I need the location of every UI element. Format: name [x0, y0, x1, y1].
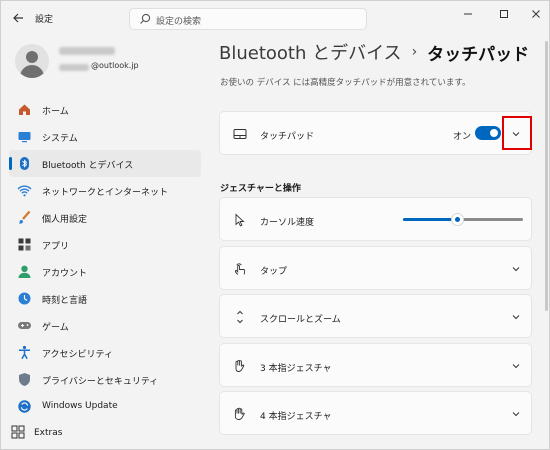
sidebar-item-label: Bluetooth とデバイス	[42, 161, 134, 171]
sidebar-item-windows-update[interactable]: Windows Update	[9, 393, 201, 420]
tap-card[interactable]: タップ	[219, 246, 532, 290]
slider-thumb[interactable]	[450, 213, 464, 226]
sidebar-item-label: アクセシビリティ	[42, 350, 114, 360]
expand-four-finger-button[interactable]	[509, 407, 523, 421]
cursor-speed-card: カーソル速度	[219, 197, 532, 241]
toggle-state-label: オン	[452, 132, 471, 142]
touchpad-toggle[interactable]	[475, 126, 501, 140]
chevron-down-icon	[512, 364, 520, 369]
sidebar-item-label: ネットワークとインターネット	[42, 188, 169, 198]
scroll-zoom-card[interactable]: スクロールとズーム	[219, 294, 532, 338]
sidebar-item-label: アプリ	[42, 242, 70, 252]
cursor-speed-label: カーソル速度	[260, 218, 315, 228]
four-finger-label: 4 本指ジェスチャ	[260, 412, 332, 422]
touchpad-card[interactable]: タッチパッド オン	[219, 111, 532, 155]
breadcrumb: Bluetooth とデバイス › タッチパッド	[219, 39, 529, 65]
four-finger-icon	[233, 407, 247, 421]
sidebar-nav: ホーム システム Bluetooth とデバイス ネットワークとインターネット …	[9, 96, 201, 420]
chevron-down-icon	[512, 315, 520, 320]
avatar[interactable]	[15, 44, 49, 78]
sidebar-item-bluetooth[interactable]: Bluetooth とデバイス	[9, 150, 201, 177]
sidebar-item-label: システム	[42, 134, 78, 144]
maximize-icon	[500, 10, 508, 18]
expand-three-finger-button[interactable]	[509, 359, 523, 373]
windows-update-icon	[17, 399, 32, 414]
sidebar-item-accounts[interactable]: アカウント	[9, 258, 201, 285]
search-icon	[140, 13, 151, 24]
sidebar-item-label: プライバシーとセキュリティ	[42, 377, 159, 387]
maximize-button[interactable]	[488, 1, 520, 27]
minimize-icon	[464, 13, 472, 15]
page-title: タッチパッド	[427, 44, 530, 65]
sidebar-item-label: ホーム	[42, 107, 69, 117]
sidebar-item-label: Windows Update	[42, 401, 118, 411]
tap-icon	[233, 262, 247, 276]
settings-window: 設定 設定の検索 @outlook.jp ホーム システム Bluetooth …	[0, 0, 550, 450]
time-language-icon	[17, 291, 32, 306]
apps-icon	[17, 237, 32, 252]
toggle-knob	[490, 129, 498, 137]
bluetooth-icon	[17, 156, 32, 171]
chevron-down-icon	[512, 412, 520, 417]
sidebar-item-apps[interactable]: アプリ	[9, 231, 201, 258]
breadcrumb-separator: ›	[411, 44, 418, 60]
sidebar-item-label: 個人用設定	[42, 215, 88, 225]
sidebar-item-label: アカウント	[42, 269, 88, 279]
extras-icon	[11, 425, 25, 439]
cursor-icon	[233, 213, 247, 227]
avatar-head-shape	[26, 51, 38, 63]
scroll-zoom-label: スクロールとズーム	[260, 315, 341, 325]
touchpad-label: タッチパッド	[260, 132, 315, 142]
page-description: お使いの デバイス には高精度タッチパッドが用意されています。	[220, 78, 471, 88]
gaming-icon	[17, 318, 32, 333]
tap-label: タップ	[260, 267, 288, 277]
sidebar-item-time-language[interactable]: 時刻と言語	[9, 285, 201, 312]
slider-fill	[403, 218, 457, 221]
sidebar-item-label: ゲーム	[42, 323, 69, 333]
sidebar-item-privacy[interactable]: プライバシーとセキュリティ	[9, 366, 201, 393]
three-finger-icon	[233, 359, 247, 373]
sidebar-item-home[interactable]: ホーム	[9, 96, 201, 123]
sidebar-item-gaming[interactable]: ゲーム	[9, 312, 201, 339]
three-finger-label: 3 本指ジェスチャ	[260, 364, 332, 374]
profile-email-redacted	[59, 64, 89, 71]
sidebar-item-system[interactable]: システム	[9, 123, 201, 150]
shield-icon	[17, 372, 32, 387]
title-bar: 設定 設定の検索	[1, 1, 549, 35]
four-finger-card[interactable]: 4 本指ジェスチャ	[219, 391, 532, 435]
close-button[interactable]	[520, 1, 550, 27]
accessibility-icon	[17, 345, 32, 360]
scrollbar[interactable]	[545, 41, 548, 311]
back-arrow-icon	[13, 13, 23, 23]
close-icon	[532, 10, 540, 18]
account-icon	[17, 264, 32, 279]
home-icon	[17, 102, 32, 117]
app-title: 設定	[35, 15, 54, 25]
chevron-down-icon	[512, 267, 520, 272]
sidebar-item-network[interactable]: ネットワークとインターネット	[9, 177, 201, 204]
touchpad-icon	[233, 127, 247, 141]
three-finger-card[interactable]: 3 本指ジェスチャ	[219, 343, 532, 387]
minimize-button[interactable]	[452, 1, 484, 27]
sidebar-item-label: 時刻と言語	[42, 296, 88, 306]
wifi-icon	[17, 183, 32, 198]
expand-tap-button[interactable]	[509, 262, 523, 276]
sidebar-item-personalization[interactable]: 個人用設定	[9, 204, 201, 231]
avatar-body-shape	[20, 65, 44, 78]
brush-icon	[17, 210, 32, 225]
section-title: ジェスチャーと操作	[220, 184, 301, 194]
expand-scroll-zoom-button[interactable]	[509, 310, 523, 324]
scroll-icon	[233, 310, 247, 324]
back-button[interactable]	[9, 9, 27, 27]
breadcrumb-parent[interactable]: Bluetooth とデバイス	[219, 39, 402, 65]
red-highlight-box	[502, 116, 532, 150]
system-icon	[17, 129, 32, 144]
search-box[interactable]: 設定の検索	[129, 8, 367, 30]
sidebar-item-accessibility[interactable]: アクセシビリティ	[9, 339, 201, 366]
profile-name-redacted	[59, 47, 115, 55]
profile-email: @outlook.jp	[91, 61, 139, 70]
sidebar-item-extras[interactable]: Extras	[34, 428, 62, 438]
search-placeholder: 設定の検索	[156, 17, 202, 27]
